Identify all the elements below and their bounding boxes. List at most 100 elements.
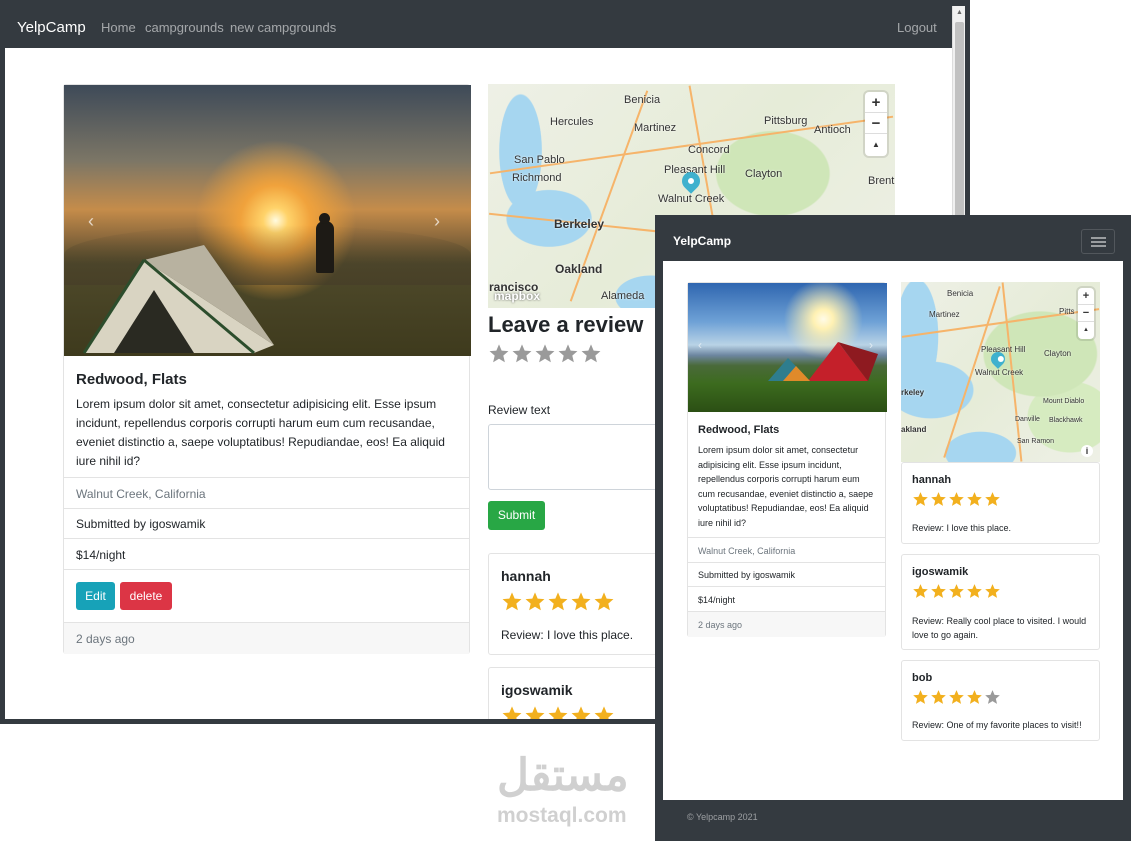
star-icon (967, 584, 982, 598)
review-author: igoswamik (912, 566, 969, 578)
map-label: Clayton (745, 168, 783, 180)
mobile-navbar: YelpCamp (663, 223, 1123, 261)
campground-card: ‹ › Redwood, Flats Lorem ipsum dolor sit… (63, 84, 471, 654)
map-label: rkeley (901, 388, 925, 397)
review-rating (912, 583, 1002, 601)
info-icon[interactable]: i (1081, 445, 1093, 457)
campground-price: $14/night (76, 548, 126, 562)
review-author: igoswamik (501, 682, 573, 698)
nav-link-logout[interactable]: Logout (897, 20, 937, 35)
star-icon (931, 492, 946, 506)
review-text-label: Review text (488, 403, 551, 417)
star-icon (931, 690, 946, 704)
map-compass-button[interactable]: ▲ (1078, 322, 1094, 339)
star-icon (913, 690, 928, 704)
submit-review-button[interactable]: Submit (488, 501, 545, 530)
navbar: YelpCamp Home campgrounds new campground… (5, 6, 952, 48)
map-label: Martinez (634, 122, 677, 134)
star-icon (502, 706, 522, 719)
star-icon (581, 344, 601, 363)
map-controls: + − ▲ (1078, 288, 1094, 339)
map-zoom-in-button[interactable]: + (865, 92, 887, 113)
star-icon (913, 492, 928, 506)
star-icon (548, 592, 568, 611)
campground-price: $14/night (698, 595, 736, 605)
map[interactable]: Benicia Martinez Pitts Pleasant Hill Cla… (901, 282, 1100, 462)
review-heading: Leave a review (488, 312, 644, 337)
star-icon (525, 706, 545, 719)
map-label: Brent (868, 175, 895, 187)
star-icon (558, 344, 578, 363)
navbar-brand[interactable]: YelpCamp (17, 19, 86, 36)
review-text: Review: One of my favorite places to vis… (912, 720, 1082, 730)
review-rating (501, 591, 616, 615)
scrollbar-thumb[interactable] (955, 22, 964, 242)
map-label: Mount Diablo (1043, 398, 1085, 405)
star-icon (949, 584, 964, 598)
divider (64, 508, 469, 509)
campground-title: Redwood, Flats (698, 424, 780, 436)
map-label: Martinez (929, 310, 960, 319)
star-icon (949, 690, 964, 704)
map-label: Pleasant Hill (981, 345, 1026, 354)
card-footer: 2 days ago (64, 622, 469, 654)
campground-title: Redwood, Flats (76, 371, 187, 388)
card-footer-time: 2 days ago (698, 620, 743, 630)
divider (688, 586, 885, 587)
edit-button[interactable]: Edit (76, 582, 115, 610)
scroll-up-icon[interactable]: ▲ (956, 9, 963, 16)
divider (64, 477, 469, 478)
map-compass-button[interactable]: ▲ (865, 134, 887, 155)
star-icon (985, 690, 1000, 704)
map-label: akland (901, 425, 927, 434)
map-zoom-out-button[interactable]: − (865, 113, 887, 134)
map-label: Pittsburg (764, 115, 808, 127)
star-icon (525, 592, 545, 611)
map-label: Clayton (1044, 349, 1072, 358)
star-icon (594, 592, 614, 611)
map-label: Concord (688, 144, 730, 156)
hamburger-menu-icon[interactable] (1081, 229, 1115, 254)
star-icon (985, 492, 1000, 506)
campground-submitted-by: Submitted by igoswamik (698, 570, 796, 580)
divider (64, 538, 469, 539)
footer-copyright: © Yelpcamp 2021 (687, 812, 758, 822)
map-label: Antioch (814, 124, 851, 136)
star-icon (931, 584, 946, 598)
card-footer-time: 2 days ago (76, 632, 135, 646)
star-icon (512, 344, 532, 363)
carousel-next-icon[interactable]: › (434, 211, 440, 232)
star-icon (535, 344, 555, 363)
carousel-next-icon[interactable]: › (869, 338, 873, 352)
map-label: Walnut Creek (975, 368, 1024, 377)
rating-input[interactable] (488, 343, 603, 367)
review-author: bob (912, 672, 933, 684)
carousel-prev-icon[interactable]: ‹ (88, 211, 94, 232)
delete-button[interactable]: delete (120, 582, 172, 610)
review-text: Review: Really cool place to visited. I … (912, 616, 1087, 640)
watermark-logo: مستقل (497, 751, 629, 800)
map-label: San Ramon (1017, 438, 1054, 445)
page-footer: © Yelpcamp 2021 (663, 800, 1123, 834)
nav-link-campgrounds[interactable]: campgrounds (145, 20, 224, 35)
card-footer: 2 days ago (688, 611, 885, 637)
nav-link-home[interactable]: Home (101, 20, 136, 35)
map-zoom-out-button[interactable]: − (1078, 305, 1094, 322)
campground-submitted-by: Submitted by igoswamik (76, 517, 206, 531)
navbar-brand[interactable]: YelpCamp (673, 234, 731, 248)
hiker-silhouette (316, 221, 334, 273)
campground-location: Walnut Creek, California (76, 487, 206, 501)
map-label: Richmond (512, 172, 562, 184)
map-zoom-in-button[interactable]: + (1078, 288, 1094, 305)
nav-link-new-campgrounds[interactable]: new campgrounds (230, 20, 336, 35)
review-text: Review: I love this place. (912, 523, 1012, 533)
map-label: Benicia (624, 94, 661, 106)
star-icon (502, 592, 522, 611)
map-label: Hercules (550, 116, 594, 128)
map-label: Pitts (1059, 307, 1075, 316)
watermark-text: mostaql.com (497, 804, 627, 827)
star-icon (967, 690, 982, 704)
carousel-prev-icon[interactable]: ‹ (698, 338, 702, 352)
star-icon (985, 584, 1000, 598)
campground-card: ‹ › Redwood, Flats Lorem ipsum dolor sit… (687, 282, 887, 637)
